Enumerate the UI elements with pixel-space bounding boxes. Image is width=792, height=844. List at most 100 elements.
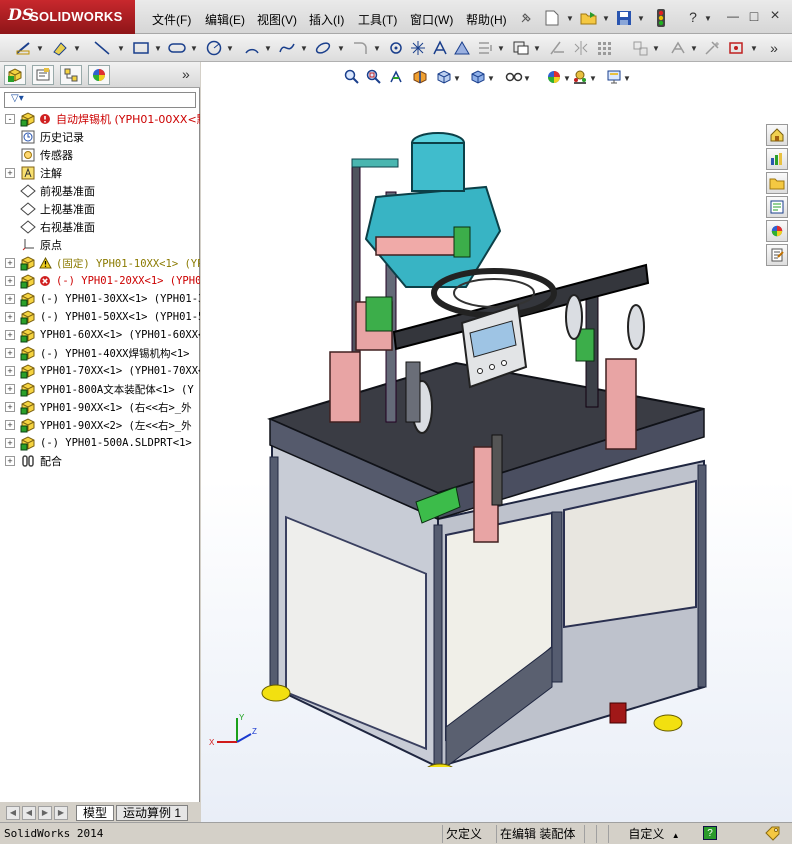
chevron-down-icon[interactable]: ▼: [264, 44, 272, 53]
expand-icon[interactable]: +: [5, 294, 15, 304]
tree-item[interactable]: + (-) YPH01-500A.SLDPRT<1>: [0, 434, 200, 452]
filter-icon[interactable]: ▽▾: [11, 93, 24, 104]
tree-item[interactable]: 前视基准面: [0, 182, 200, 200]
close-icon[interactable]: ×: [766, 7, 784, 25]
status-custom-dropdown[interactable]: 自定义 ▲: [608, 825, 696, 843]
spline-icon[interactable]: [277, 38, 297, 58]
expand-icon[interactable]: +: [5, 438, 15, 448]
zoom-to-fit-icon[interactable]: [343, 68, 361, 86]
expand-icon[interactable]: +: [5, 168, 15, 178]
tree-item[interactable]: + 配合: [0, 452, 200, 470]
assembly-model[interactable]: [256, 127, 776, 767]
view-settings-icon[interactable]: [605, 68, 623, 86]
line-icon[interactable]: [92, 38, 112, 58]
menu-tools[interactable]: 工具(T): [358, 11, 397, 28]
move-entities-icon[interactable]: [631, 38, 651, 58]
tree-item[interactable]: 上视基准面: [0, 200, 200, 218]
chevron-down-icon[interactable]: ▼: [453, 74, 461, 83]
tree-item[interactable]: + YPH01-90XX<1> (右<<右>_外: [0, 398, 200, 416]
chevron-down-icon[interactable]: ▼: [563, 74, 571, 83]
menu-window[interactable]: 窗口(W): [410, 11, 453, 28]
mirror-entities-icon[interactable]: [571, 38, 591, 58]
expand-icon[interactable]: +: [5, 384, 15, 394]
trim-entities-icon[interactable]: [547, 38, 567, 58]
expand-icon[interactable]: +: [5, 366, 15, 376]
tree-item[interactable]: 传感器: [0, 146, 200, 164]
chevron-down-icon[interactable]: ▼: [497, 44, 505, 53]
expand-icon[interactable]: +: [5, 456, 15, 466]
tree-item[interactable]: + (-) YPH01-20XX<1> (YPH0: [0, 272, 200, 290]
menu-file[interactable]: 文件(F): [152, 11, 191, 28]
panel-more-icon[interactable]: »: [182, 66, 190, 82]
minimize-icon[interactable]: —: [724, 7, 742, 25]
chevron-down-icon[interactable]: ▼: [602, 14, 610, 23]
quick-snaps-icon[interactable]: [727, 38, 747, 58]
view-orientation-icon[interactable]: [435, 68, 453, 86]
menu-view[interactable]: 视图(V): [257, 11, 297, 28]
chevron-down-icon[interactable]: ▼: [190, 44, 198, 53]
configurationmanager-tab-icon[interactable]: [60, 65, 82, 85]
chevron-down-icon[interactable]: ▼: [704, 14, 712, 23]
chevron-down-icon[interactable]: ▼: [566, 14, 574, 23]
tree-item[interactable]: + YPH01-60XX<1> (YPH01-60XX<: [0, 326, 200, 344]
chevron-down-icon[interactable]: ▼: [226, 44, 234, 53]
tab-motion-study[interactable]: 运动算例 1: [116, 805, 189, 821]
zoom-to-area-icon[interactable]: [365, 68, 383, 86]
tag-icon[interactable]: [764, 825, 784, 843]
expand-icon[interactable]: +: [5, 420, 15, 430]
expand-icon[interactable]: +: [5, 312, 15, 322]
arc-icon[interactable]: [242, 38, 262, 58]
section-view-icon[interactable]: [411, 68, 429, 86]
collapse-icon[interactable]: -: [5, 114, 15, 124]
point-icon[interactable]: [386, 38, 406, 58]
apply-scene-icon[interactable]: [571, 68, 589, 86]
appearance-tab-icon[interactable]: [88, 65, 110, 85]
tree-item[interactable]: - 自动焊锡机 (YPH01-00XX<默: [0, 110, 200, 128]
offset-entities-icon[interactable]: [476, 38, 496, 58]
tree-item[interactable]: + (-) YPH01-50XX<1> (YPH01-5: [0, 308, 200, 326]
tree-item[interactable]: 历史记录: [0, 128, 200, 146]
chevron-down-icon[interactable]: ▼: [300, 44, 308, 53]
expand-icon[interactable]: +: [5, 402, 15, 412]
save-icon[interactable]: [614, 8, 634, 28]
chevron-down-icon[interactable]: ▼: [637, 14, 645, 23]
chevron-down-icon[interactable]: ▼: [73, 44, 81, 53]
tree-item[interactable]: + (固定) YPH01-10XX<1> (YP: [0, 254, 200, 272]
chevron-down-icon[interactable]: ▼: [154, 44, 162, 53]
sketch-icon[interactable]: [14, 38, 34, 58]
tab-model[interactable]: 模型: [76, 805, 115, 821]
chevron-down-icon[interactable]: ▼: [487, 74, 495, 83]
chevron-down-icon[interactable]: ▼: [652, 44, 660, 53]
tree-item[interactable]: + (-) YPH01-30XX<1> (YPH01-3: [0, 290, 200, 308]
text-icon[interactable]: [430, 38, 450, 58]
tree-item[interactable]: 原点: [0, 236, 200, 254]
display-style-icon[interactable]: [469, 68, 487, 86]
pin-icon[interactable]: [517, 9, 535, 27]
menu-help[interactable]: 帮助(H): [466, 11, 507, 28]
chevron-down-icon[interactable]: ▼: [750, 44, 758, 53]
first-tab-icon[interactable]: ◀: [6, 806, 20, 820]
tree-item[interactable]: + YPH01-70XX<1> (YPH01-70XX<: [0, 362, 200, 380]
repair-sketch-icon[interactable]: [703, 38, 723, 58]
convert-entities-icon[interactable]: [511, 38, 531, 58]
slot-icon[interactable]: [167, 38, 187, 58]
last-tab-icon[interactable]: ▶: [54, 806, 68, 820]
expand-icon[interactable]: +: [5, 330, 15, 340]
display-relations-icon[interactable]: [668, 38, 688, 58]
toolbar-more-icon[interactable]: »: [764, 38, 784, 58]
open-folder-icon[interactable]: [579, 8, 599, 28]
restore-icon[interactable]: □: [745, 7, 763, 25]
rebuild-traffic-light-icon[interactable]: [651, 8, 671, 28]
menu-edit[interactable]: 编辑(E): [205, 11, 245, 28]
chevron-down-icon[interactable]: ▼: [690, 44, 698, 53]
chevron-down-icon[interactable]: ▼: [533, 44, 541, 53]
expand-icon[interactable]: +: [5, 348, 15, 358]
chevron-down-icon[interactable]: ▼: [373, 44, 381, 53]
hide-show-items-icon[interactable]: [505, 68, 523, 86]
propertymanager-tab-icon[interactable]: [32, 65, 54, 85]
chevron-down-icon[interactable]: ▼: [117, 44, 125, 53]
status-help-icon[interactable]: ?: [703, 826, 717, 840]
tree-item[interactable]: + (-) YPH01-40XX焊锡机构<1>: [0, 344, 200, 362]
tree-filter-field[interactable]: ▽▾: [4, 92, 196, 108]
plane-tool-icon[interactable]: [452, 38, 472, 58]
